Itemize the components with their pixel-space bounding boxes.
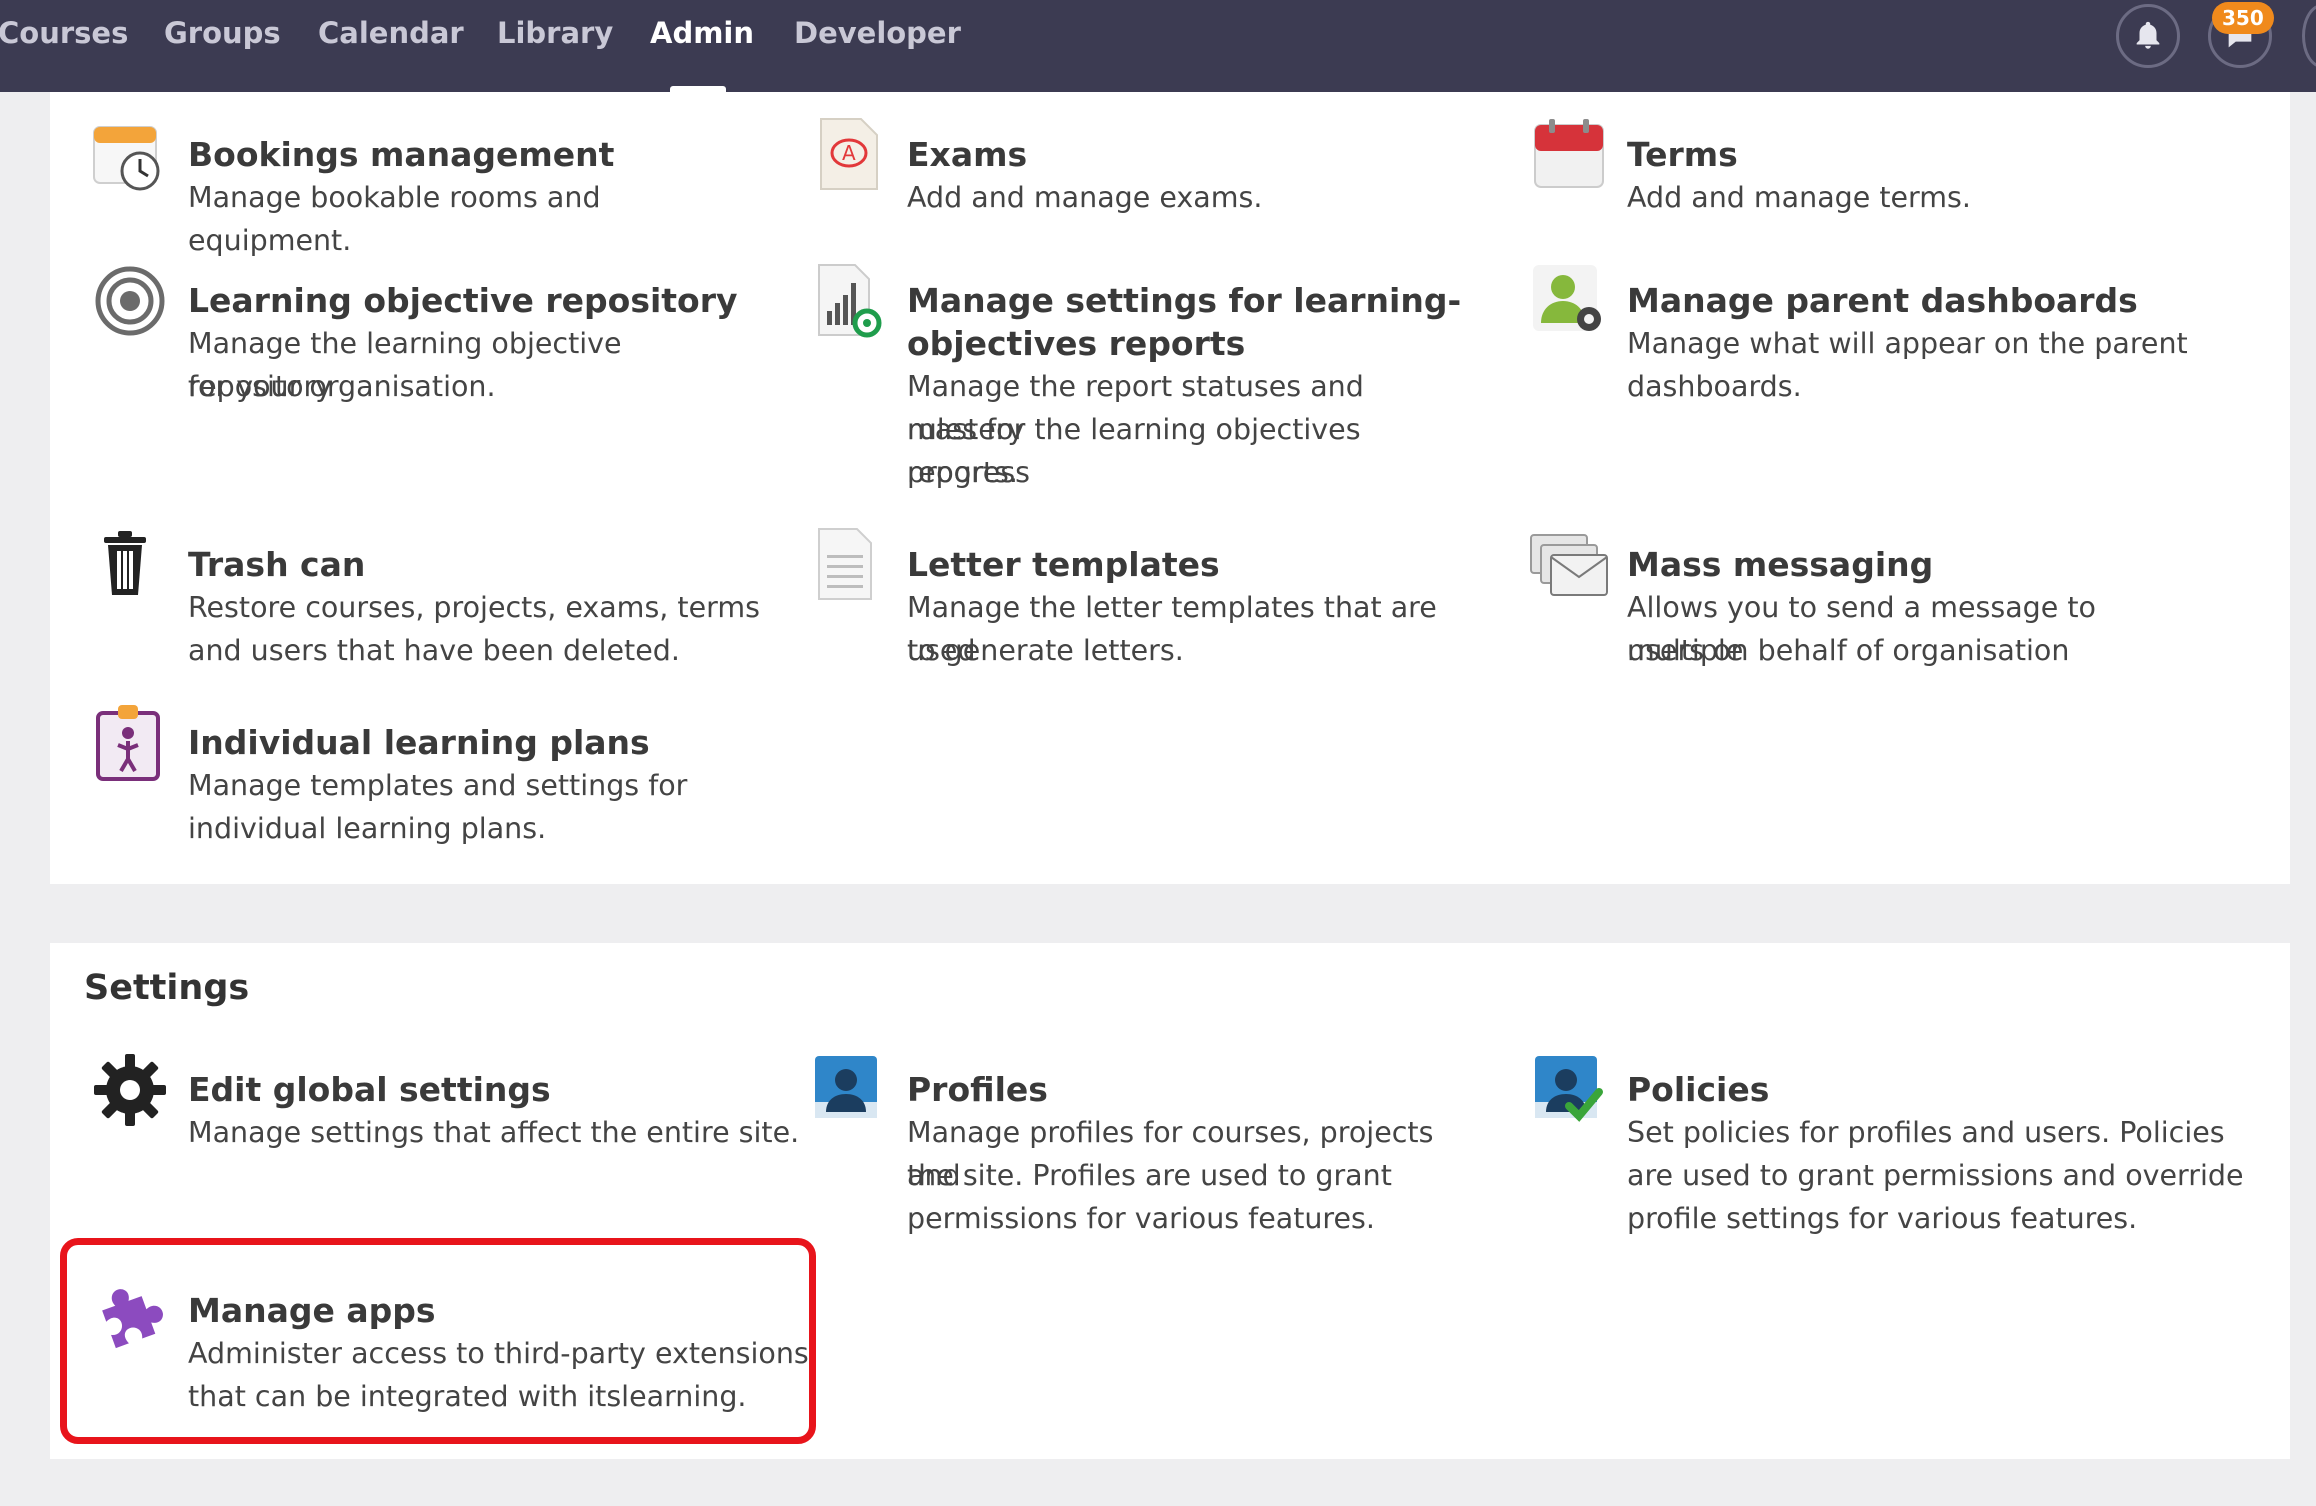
tool-description-line: Manage templates and settings for (188, 769, 688, 802)
tool-title: Learning objective repository (188, 281, 738, 320)
tool-title: Bookings management (188, 135, 615, 174)
tool-description-line: Set policies for profiles and users. Pol… (1627, 1116, 2225, 1149)
tool-description-line: permissions for various features. (907, 1202, 1375, 1235)
tool-title-line: objectives reports (907, 324, 1246, 363)
tool-exams[interactable]: A Exams Add and manage exams. (809, 115, 1489, 215)
tool-description-line: for your organisation. (188, 370, 496, 403)
tool-title: Exams (907, 135, 1028, 174)
nav-courses[interactable]: Courses (0, 16, 128, 50)
nav-admin[interactable]: Admin (650, 16, 754, 50)
tool-learning-objectives-report-settings[interactable]: Manage settings for learning- objectives… (809, 261, 1489, 489)
tool-letter-templates[interactable]: Letter templates Manage the letter templ… (809, 525, 1509, 667)
tool-description: Manage settings that affect the entire s… (188, 1116, 800, 1149)
tool-bookings-management[interactable]: Bookings management Manage bookable room… (90, 115, 770, 257)
nav-library[interactable]: Library (497, 16, 613, 50)
tool-description: Add and manage exams. (907, 181, 1263, 214)
tool-description-line: are used to grant permissions and overri… (1627, 1159, 2244, 1192)
clipboard-person-icon (96, 705, 160, 781)
policy-check-icon (1535, 1056, 1603, 1122)
tool-title: Trash can (188, 545, 366, 584)
tool-title: Letter templates (907, 545, 1220, 584)
nav-groups[interactable]: Groups (164, 16, 281, 50)
tool-title: Mass messaging (1627, 545, 1934, 584)
tool-description-line: the site. Profiles are used to grant (907, 1159, 1392, 1192)
tool-description-line: profile settings for various features. (1627, 1202, 2138, 1235)
tool-individual-learning-plans[interactable]: Individual learning plans Manage templat… (90, 703, 770, 845)
user-avatar-button[interactable] (2302, 4, 2316, 68)
bell-icon (2136, 21, 2160, 49)
report-chart-icon (818, 264, 882, 338)
tool-title: Profiles (907, 1070, 1048, 1109)
tool-terms[interactable]: Terms Add and manage terms. (1529, 115, 2209, 215)
tool-description-line: dashboards. (1627, 370, 1802, 403)
tool-description-line: users on behalf of organisation (1627, 634, 2070, 667)
messages-count-badge: 350 (2212, 2, 2274, 34)
tool-description-line: individual learning plans. (188, 812, 547, 845)
tool-description-line: reports. (907, 456, 1018, 489)
tool-title: Individual learning plans (188, 723, 650, 762)
target-icon (95, 266, 165, 336)
tool-trash-can[interactable]: Trash can Restore courses, projects, exa… (90, 525, 770, 667)
envelopes-icon (1530, 534, 1608, 596)
settings-heading: Settings (84, 968, 250, 1008)
calendar-clock-icon (93, 126, 160, 191)
tool-edit-global-settings[interactable]: Edit global settings Manage settings tha… (90, 1050, 799, 1150)
tool-title: Edit global settings (188, 1070, 551, 1109)
tool-description-line: to generate letters. (907, 634, 1184, 667)
tool-title-line: Manage settings for learning- (907, 281, 1462, 320)
tool-title: Manage parent dashboards (1627, 281, 2138, 320)
nav-calendar[interactable]: Calendar (318, 16, 464, 50)
tool-learning-objective-repository[interactable]: Learning objective repository Manage the… (90, 261, 770, 403)
tool-description: Add and manage terms. (1627, 181, 1971, 214)
profile-icon (815, 1056, 877, 1118)
tool-profiles[interactable]: Profiles Manage profiles for courses, pr… (809, 1050, 1509, 1235)
tool-manage-parent-dashboards[interactable]: Manage parent dashboards Manage what wil… (1529, 261, 2229, 403)
svg-text:A: A (842, 141, 856, 165)
tool-description-line: and users that have been deleted. (188, 634, 680, 667)
notifications-button[interactable] (2116, 4, 2180, 68)
document-icon (818, 528, 872, 600)
tool-mass-messaging[interactable]: Mass messaging Allows you to send a mess… (1529, 525, 2229, 667)
gear-icon (94, 1054, 166, 1126)
tool-description: Manage bookable rooms and equipment. (188, 181, 601, 257)
tool-policies[interactable]: Policies Set policies for profiles and u… (1529, 1050, 2244, 1235)
trash-can-icon (104, 531, 146, 595)
red-calendar-icon (1534, 119, 1604, 188)
top-navigation-bar: Courses Groups Calendar Library Admin De… (0, 0, 2316, 92)
tool-title: Policies (1627, 1070, 1770, 1109)
manage-apps-highlight (60, 1238, 816, 1444)
user-gear-icon (1533, 265, 1601, 331)
tool-title: Terms (1627, 135, 1738, 174)
exam-paper-icon: A (820, 118, 878, 190)
tool-description-line: Manage what will appear on the parent (1627, 327, 2188, 360)
nav-developer[interactable]: Developer (794, 16, 961, 50)
tool-description-line: Restore courses, projects, exams, terms (188, 591, 760, 624)
